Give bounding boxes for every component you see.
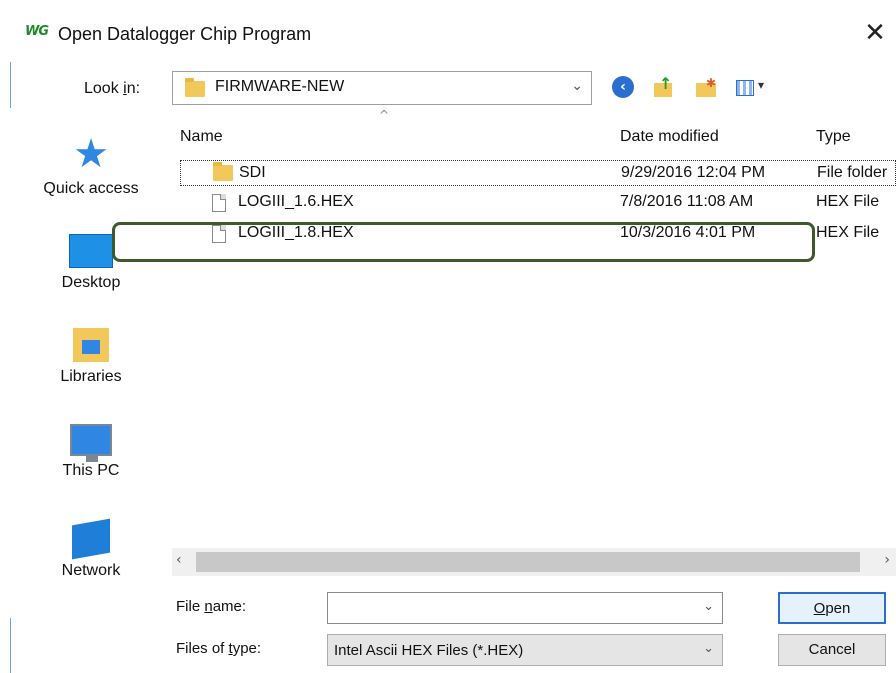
file-form: File name: ⌄ Files of type: Intel Ascii …: [172, 578, 896, 673]
app-logo-icon: WG: [25, 24, 49, 39]
network-icon: [72, 518, 110, 560]
up-arrow-icon: ↑: [659, 74, 673, 93]
place-libraries[interactable]: Libraries: [10, 328, 172, 386]
file-date: 9/29/2016 12:04 PM: [621, 164, 766, 181]
file-name-input[interactable]: [334, 594, 698, 624]
place-network[interactable]: Network: [10, 518, 172, 580]
file-name-label: File name:: [176, 598, 247, 615]
column-header-date-modified[interactable]: Date modified: [620, 128, 719, 146]
place-this-pc[interactable]: This PC: [10, 424, 172, 480]
place-label: Desktop: [61, 274, 121, 291]
back-icon: ‹: [612, 76, 634, 98]
places-bar: ★ Quick access Desktop Libraries This PC…: [10, 108, 172, 618]
file-name: LOGIII_1.8.HEX: [238, 224, 354, 241]
folder-icon: [213, 162, 233, 181]
up-one-level-button[interactable]: ↑: [654, 74, 678, 100]
place-label: Quick access: [43, 180, 139, 197]
scroll-left-icon[interactable]: ‹: [176, 552, 182, 568]
sort-ascending-icon: ^: [379, 108, 390, 122]
close-button[interactable]: ✕: [860, 18, 890, 48]
file-row-logiii-1-6[interactable]: LOGIII_1.6.HEX 7/8/2016 11:08 AM HEX Fil…: [180, 190, 896, 216]
file-type: HEX File: [816, 224, 880, 241]
caret-down-icon: ▾: [758, 78, 765, 92]
file-name-combobox[interactable]: ⌄: [327, 592, 723, 624]
cancel-button[interactable]: Cancel: [778, 634, 886, 666]
file-type: HEX File: [816, 193, 880, 210]
files-of-type-dropdown[interactable]: Intel Ascii HEX Files (*.HEX) ⌄: [327, 634, 723, 666]
file-row-logiii-1-8[interactable]: LOGIII_1.8.HEX 10/3/2016 4:01 PM HEX Fil…: [180, 221, 896, 247]
chevron-down-icon[interactable]: ⌄: [571, 78, 583, 94]
title-bar[interactable]: WG Open Datalogger Chip Program ✕: [10, 0, 896, 62]
back-button[interactable]: ‹: [612, 76, 636, 100]
file-icon: [212, 194, 226, 212]
view-menu-button[interactable]: ▾: [736, 76, 776, 100]
star-icon: ★: [73, 131, 109, 177]
column-header-name[interactable]: Name: [180, 128, 223, 146]
pc-icon: [70, 424, 112, 462]
files-of-type-value: Intel Ascii HEX Files (*.HEX): [334, 642, 524, 659]
chevron-down-icon[interactable]: ⌄: [703, 599, 714, 614]
chevron-down-icon[interactable]: ⌄: [703, 641, 714, 656]
view-menu-icon: [736, 80, 754, 96]
look-in-dropdown[interactable]: FIRMWARE-NEW ⌄: [172, 71, 592, 105]
desktop-icon: [69, 234, 113, 268]
file-name: LOGIII_1.6.HEX: [238, 193, 354, 210]
folder-icon: [185, 78, 205, 97]
new-folder-button[interactable]: ✱: [696, 76, 720, 100]
place-label: Network: [61, 562, 121, 579]
file-date: 10/3/2016 4:01 PM: [620, 224, 756, 241]
current-folder-name: FIRMWARE-NEW: [215, 78, 345, 95]
sparkle-icon: ✱: [706, 76, 717, 90]
file-date: 7/8/2016 11:08 AM: [620, 193, 754, 210]
place-label: This PC: [62, 462, 120, 479]
column-header-type[interactable]: Type: [816, 128, 851, 146]
place-quick-access[interactable]: ★ Quick access: [10, 134, 172, 198]
open-file-dialog: WG Open Datalogger Chip Program ✕ Look i…: [0, 0, 896, 673]
window-title: Open Datalogger Chip Program: [58, 24, 312, 44]
scroll-right-icon[interactable]: ›: [884, 552, 890, 568]
place-label: Libraries: [60, 368, 122, 385]
file-icon: [212, 225, 226, 243]
open-button[interactable]: Open: [778, 592, 886, 624]
libraries-icon: [73, 328, 109, 362]
files-of-type-label: Files of type:: [176, 640, 262, 657]
file-row-sdi[interactable]: SDI 9/29/2016 12:04 PM File folder: [180, 160, 896, 186]
scrollbar-thumb[interactable]: [196, 552, 860, 572]
place-desktop[interactable]: Desktop: [10, 234, 172, 292]
file-name: SDI: [239, 164, 266, 181]
horizontal-scrollbar[interactable]: ‹ ›: [172, 548, 896, 576]
file-list[interactable]: ^ Name Date modified Type SDI 9/29/2016 …: [172, 108, 896, 548]
file-type: File folder: [817, 164, 888, 181]
look-in-label: Look in:: [84, 80, 141, 97]
